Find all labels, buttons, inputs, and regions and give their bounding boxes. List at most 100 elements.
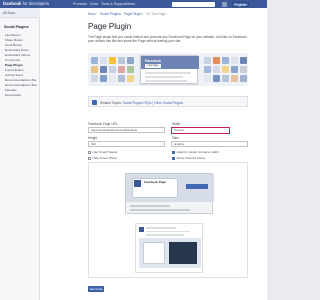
sample-page-name: Facebook (145, 59, 161, 63)
breadcrumb-social-plugins[interactable]: Social Plugins (100, 12, 121, 16)
breadcrumb-page-plugin[interactable]: Page Plugin (124, 12, 142, 16)
tile-icon (222, 66, 229, 73)
height-input[interactable]: 300 (88, 141, 165, 147)
tile-icon (91, 75, 98, 82)
preview-text-line (130, 205, 170, 207)
hide-cover-checkbox[interactable]: Hide Cover Photo (88, 156, 117, 160)
tile-icon (118, 75, 125, 82)
sidebar-item-comments[interactable]: Comments (5, 58, 20, 62)
post-text-line (146, 234, 184, 236)
related-topics-text: Related Topics: Social Plugins FAQs | Ot… (100, 101, 183, 105)
related-topics-label: Related Topics: (100, 100, 122, 105)
info-icon (92, 100, 97, 105)
related-topics-links[interactable]: Social Plugins FAQs | Other Social Plugi… (123, 101, 183, 105)
avatar[interactable] (222, 1, 227, 7)
adapt-width-checkbox[interactable]: Adapt to plugin container width (172, 150, 219, 154)
breadcrumb-docs[interactable]: Docs (88, 12, 96, 16)
post-avatar (139, 227, 144, 232)
checkbox-icon[interactable] (88, 150, 91, 154)
tile-icon (127, 75, 134, 82)
tile-icon (240, 75, 247, 82)
nav-news[interactable]: News (126, 1, 135, 7)
small-header-checkbox[interactable]: Use Small Header (88, 150, 118, 154)
tile-icon (91, 57, 98, 64)
tile-icon (109, 66, 116, 73)
tile-icon (100, 75, 107, 82)
sample-like-page-button: Like Page (145, 64, 161, 68)
top-navigation-bar: facebook for developers Products Docs To… (0, 0, 267, 8)
tile-icon (204, 57, 211, 64)
nav-tools-support[interactable]: Tools & Support (101, 1, 126, 7)
width-input[interactable]: # pixels (171, 127, 230, 134)
tile-icon (109, 57, 116, 64)
tile-icon (118, 66, 125, 73)
preview-text-line (130, 209, 190, 211)
register-button[interactable]: Register (232, 1, 249, 7)
show-faces-checkbox[interactable]: Show Friend's Faces (172, 156, 205, 160)
tile-icon (118, 57, 125, 64)
sidebar-item-recommendations-bar[interactable]: Recommendations Bar (5, 78, 36, 82)
checkbox-checked-icon[interactable] (172, 156, 175, 160)
tile-icon (222, 57, 229, 64)
width-label: Width (172, 122, 181, 126)
checkbox-label: Adapt to plugin container width (176, 150, 219, 154)
tile-icon (240, 66, 247, 73)
sample-text-line (145, 76, 183, 78)
tile-icon (109, 75, 116, 82)
tabs-label: Tabs (172, 136, 179, 140)
sidebar-item-activity-feed[interactable]: Activity Feed (5, 73, 23, 77)
tile-icon (204, 66, 211, 73)
sidebar-item-recommendations-box[interactable]: Recommendations Box (5, 83, 37, 87)
page-root: facebook for developers Products Docs To… (0, 0, 267, 300)
checkbox-icon[interactable] (88, 156, 91, 160)
tile-icon (100, 66, 107, 73)
tile-icon (91, 66, 98, 73)
preview-like-button[interactable] (186, 184, 208, 189)
breadcrumb-separator-icon: › (142, 12, 144, 16)
sample-text-line (145, 80, 187, 82)
post-image-device (169, 242, 197, 264)
tile-icon (213, 57, 220, 64)
checkbox-checked-icon[interactable] (172, 150, 175, 154)
brand-subtitle: for developers (22, 1, 50, 6)
nav-docs[interactable]: Docs (90, 1, 98, 7)
preview-page-title: Facebook Page (144, 180, 167, 184)
sidebar-header[interactable]: All Docs (0, 8, 40, 18)
breadcrumb-on-this-page[interactable]: On This Page (146, 12, 166, 16)
page-description: The Page plugin lets you easily embed an… (88, 35, 248, 44)
brand-logo[interactable]: facebook for developers (3, 1, 49, 7)
page-url-input[interactable]: https://www.facebook.com/facebook (88, 127, 165, 133)
post-image-screen (143, 242, 165, 264)
checkbox-label: Show Friend's Faces (176, 156, 206, 160)
tile-icon (204, 75, 211, 82)
tile-icon (231, 57, 238, 64)
tile-icon (231, 66, 238, 73)
nav-products[interactable]: Products (73, 1, 87, 7)
get-code-button[interactable]: Get Code (88, 286, 104, 292)
checkbox-label: Use Small Header (92, 150, 118, 154)
brand-name: facebook (3, 1, 22, 6)
sidebar-item-send-button[interactable]: Send Button (5, 43, 22, 47)
preview-cover-photo: Facebook Page (126, 174, 214, 202)
sidebar-item-facepile[interactable]: Facepile (5, 88, 17, 92)
sidebar-item-embedded-posts[interactable]: Embedded Posts (5, 48, 29, 52)
preview-page-card[interactable]: Facebook Page (125, 173, 214, 214)
checkbox-label: Hide Cover Photo (92, 156, 117, 160)
tile-icon (213, 75, 220, 82)
preview-timeline-post (135, 223, 203, 273)
page-title: Page Plugin (88, 22, 132, 31)
search-input[interactable] (172, 1, 215, 7)
sidebar-item-share-button[interactable]: Share Button (5, 38, 23, 42)
post-image (139, 238, 201, 268)
page-url-label: Facebook Page URL (88, 122, 118, 126)
tile-icon (127, 66, 134, 73)
preview-page-logo (134, 180, 141, 187)
sidebar-item-deprecated[interactable]: Deprecated (5, 93, 21, 97)
sidebar-item-like-button[interactable]: Like Button (5, 33, 20, 37)
sidebar-item-page-plugin[interactable]: Page Plugin (5, 63, 23, 67)
tabs-input[interactable]: timeline (171, 141, 248, 147)
hero-illustration: Facebook Like Page (88, 53, 248, 86)
sidebar-item-embedded-videos[interactable]: Embedded Videos (5, 53, 30, 57)
tile-icon (127, 57, 134, 64)
sidebar-item-follow-button[interactable]: Follow Button (5, 68, 24, 72)
